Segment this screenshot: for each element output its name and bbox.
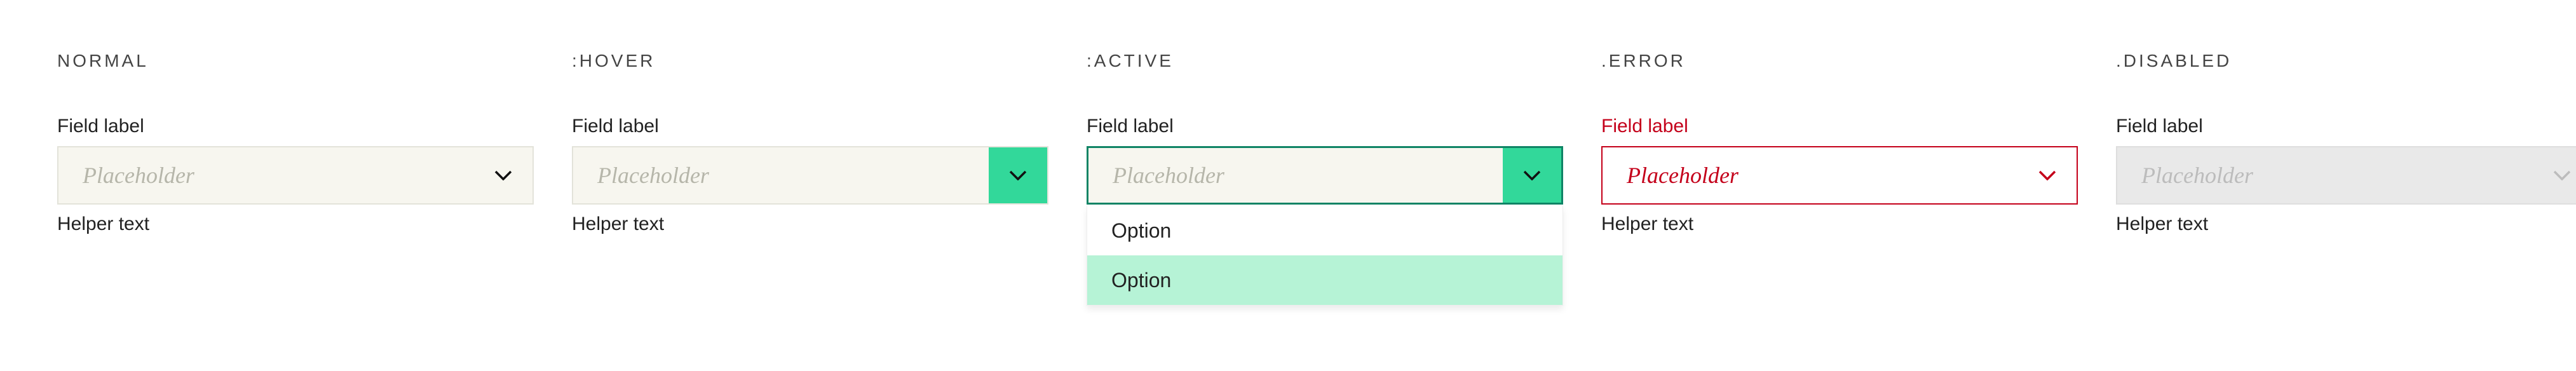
field-label-error: Field label (1601, 116, 2078, 137)
state-hover: :HOVER Field label Placeholder Helper te… (572, 51, 1048, 306)
state-active: :ACTIVE Field label Placeholder Option O… (1087, 51, 1563, 306)
select-active[interactable]: Placeholder (1087, 146, 1563, 205)
select-dropdown: Option Option (1087, 206, 1563, 306)
state-heading-disabled: .DISABLED (2116, 51, 2576, 71)
select-placeholder: Placeholder (2117, 162, 2533, 189)
chevron-box (474, 147, 532, 203)
chevron-box (1503, 148, 1561, 203)
chevron-down-icon (1523, 170, 1541, 180)
chevron-box (2533, 147, 2576, 203)
field-label: Field label (572, 116, 1048, 137)
state-heading-normal: NORMAL (57, 51, 534, 71)
chevron-down-icon (2553, 170, 2571, 180)
state-heading-active: :ACTIVE (1087, 51, 1563, 71)
select-error[interactable]: Placeholder (1601, 146, 2078, 205)
state-disabled: .DISABLED Field label Placeholder Helper… (2116, 51, 2576, 306)
chevron-down-icon (494, 170, 512, 180)
state-heading-hover: :HOVER (572, 51, 1048, 71)
helper-text: Helper text (2116, 213, 2576, 235)
select-option[interactable]: Option (1087, 206, 1563, 255)
chevron-box (989, 147, 1047, 203)
select-placeholder: Placeholder (1088, 162, 1503, 189)
field-label: Field label (1087, 116, 1563, 137)
chevron-box (2018, 147, 2077, 203)
field-label: Field label (2116, 116, 2576, 137)
select-placeholder: Placeholder (58, 162, 474, 189)
state-normal: NORMAL Field label Placeholder Helper te… (57, 51, 534, 306)
helper-text: Helper text (57, 213, 534, 235)
state-heading-error: .ERROR (1601, 51, 2078, 71)
helper-text: Helper text (572, 213, 1048, 235)
select-disabled: Placeholder (2116, 146, 2576, 205)
field-label: Field label (57, 116, 534, 137)
select-normal[interactable]: Placeholder (57, 146, 534, 205)
select-placeholder: Placeholder (1603, 162, 2018, 189)
chevron-down-icon (1009, 170, 1027, 180)
chevron-down-icon (2038, 170, 2056, 180)
select-hover[interactable]: Placeholder (572, 146, 1048, 205)
state-error: .ERROR Field label Placeholder Helper te… (1601, 51, 2078, 306)
select-option-highlighted[interactable]: Option (1087, 255, 1563, 305)
helper-text: Helper text (1601, 213, 2078, 235)
select-placeholder: Placeholder (573, 162, 989, 189)
